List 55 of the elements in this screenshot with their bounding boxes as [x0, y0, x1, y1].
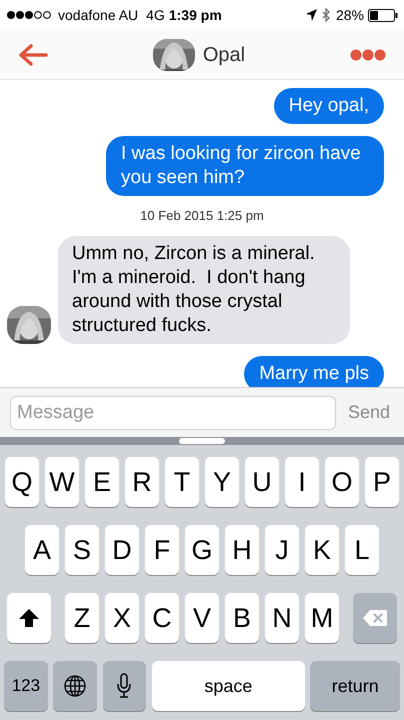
key[interactable]: X [104, 593, 140, 643]
key[interactable]: O [324, 457, 360, 507]
delete-icon [362, 609, 388, 627]
key[interactable]: M [304, 593, 340, 643]
sent-message-bubble: Hey opal, [274, 88, 384, 124]
key[interactable]: D [104, 525, 140, 575]
key[interactable]: G [184, 525, 220, 575]
shift-arrow-icon [18, 608, 40, 628]
key[interactable]: B [224, 593, 260, 643]
location-arrow-icon [306, 9, 317, 21]
back-arrow-icon[interactable] [18, 44, 48, 66]
carrier-name: vodafone AU [58, 6, 138, 24]
sent-message-bubble: I was looking for zircon have you seen him? [106, 136, 384, 196]
key[interactable]: P [364, 457, 400, 507]
key[interactable]: N [264, 593, 300, 643]
microphone-icon [116, 673, 132, 699]
key[interactable]: U [244, 457, 280, 507]
battery-percent: 28% [336, 6, 364, 24]
clock-time: 1:39 pm [168, 6, 222, 25]
key[interactable]: C [144, 593, 180, 643]
numbers-key[interactable]: 123 [4, 661, 48, 711]
key[interactable]: Q [4, 457, 40, 507]
network-type: 4G [146, 6, 165, 24]
more-options-icon[interactable] [350, 48, 386, 60]
drag-handle-icon[interactable] [179, 438, 225, 444]
key[interactable]: S [64, 525, 100, 575]
key[interactable]: H [224, 525, 260, 575]
message-input[interactable]: Message [10, 396, 336, 430]
key[interactable]: L [344, 525, 380, 575]
key[interactable]: I [284, 457, 320, 507]
signal-icon [6, 10, 54, 20]
key[interactable]: Z [64, 593, 100, 643]
shift-key[interactable] [7, 593, 52, 643]
message-timestamp: 10 Feb 2015 1:25 pm [140, 207, 264, 225]
battery-icon [368, 8, 398, 22]
key[interactable]: F [144, 525, 180, 575]
delete-key[interactable] [352, 593, 397, 643]
microphone-key[interactable] [102, 661, 146, 711]
globe-key[interactable] [53, 661, 98, 711]
return-key[interactable]: return [310, 661, 400, 711]
sent-message-bubble: Marry me pls [244, 356, 384, 387]
key[interactable]: J [264, 525, 300, 575]
globe-icon [63, 674, 88, 698]
contact-name: Opal [202, 42, 246, 68]
key[interactable]: W [44, 457, 80, 507]
bluetooth-icon [322, 8, 331, 22]
key[interactable]: E [84, 457, 120, 507]
key[interactable]: T [164, 457, 200, 507]
space-key[interactable]: space [152, 661, 305, 711]
key[interactable]: Y [204, 457, 240, 507]
key[interactable]: A [24, 525, 60, 575]
received-message-bubble: Umm no, Zircon is a mineral. I'm a mineroid. I don't hang around with those crystal structured fucks. [58, 236, 350, 344]
key[interactable]: R [124, 457, 160, 507]
key[interactable]: V [184, 593, 220, 643]
key[interactable]: K [304, 525, 340, 575]
